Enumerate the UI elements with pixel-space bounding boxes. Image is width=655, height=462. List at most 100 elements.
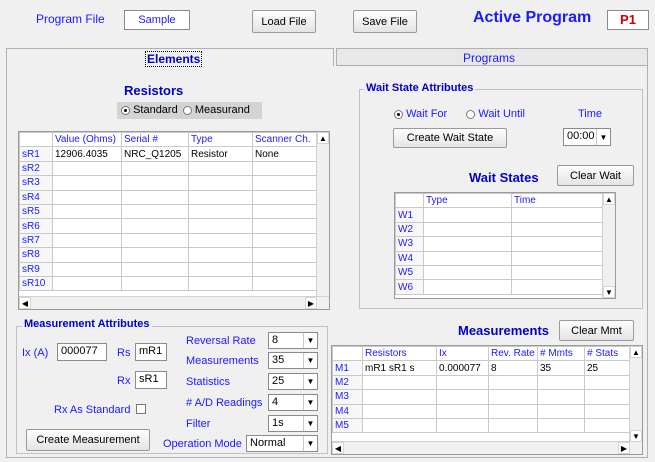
statistics-select[interactable]: 25 ▼ [268,373,318,390]
table-cell[interactable] [537,417,585,434]
table-cell[interactable] [362,374,437,391]
row-header[interactable]: W4 [395,250,424,266]
table-cell[interactable] [488,403,538,419]
row-header[interactable]: sR6 [19,218,53,234]
chevron-down-icon[interactable]: ▼ [303,436,317,451]
table-cell[interactable] [188,203,253,220]
table-row[interactable]: sR9 [19,261,318,277]
row-header[interactable]: M4 [332,403,363,419]
table-cell[interactable] [52,218,122,234]
table-cell[interactable] [252,160,318,177]
table-cell[interactable] [511,264,603,281]
time-select[interactable]: 00:00 ▼ [563,128,611,146]
scroll-left-icon[interactable]: ◀ [332,442,344,454]
table-cell[interactable] [52,175,122,191]
table-cell[interactable] [584,403,630,419]
table-row[interactable]: W4 [395,250,603,266]
table-cell[interactable] [584,417,630,434]
radio-standard[interactable] [121,105,130,115]
table-cell[interactable] [52,189,122,205]
table-cell[interactable]: Resistor [188,146,253,162]
table-cell[interactable]: 35 [537,360,585,376]
scroll-down-icon[interactable]: ▼ [603,286,615,298]
table-cell[interactable] [488,389,538,405]
table-cell[interactable] [252,203,318,220]
program-file-field[interactable]: Sample [124,10,190,30]
chevron-down-icon[interactable]: ▼ [303,374,317,389]
scroll-right-icon[interactable]: ▶ [305,297,317,309]
create-measurement-button[interactable]: Create Measurement [26,429,150,451]
table-cell[interactable]: 12906.4035 [52,146,122,162]
table-row[interactable]: W1 [395,207,603,223]
row-header[interactable]: sR10 [19,275,53,292]
row-header[interactable]: M3 [332,389,363,405]
table-row[interactable]: M4 [332,403,630,419]
table-cell[interactable] [121,275,189,292]
table-cell[interactable]: 25 [584,360,630,376]
table-row[interactable]: M2 [332,374,630,391]
ix-field[interactable]: 000077 [57,343,107,361]
radio-measurand[interactable] [182,105,192,115]
measurements-vscroll[interactable]: ▲ ▼ [629,346,642,442]
ad-readings-select[interactable]: 4 ▼ [268,394,318,411]
table-cell[interactable] [488,417,538,434]
table-cell[interactable] [188,160,253,177]
table-row[interactable]: W2 [395,221,603,238]
table-cell[interactable] [121,218,189,234]
table-row[interactable]: sR1 12906.4035 NRC_Q1205 Resistor None [19,146,318,162]
create-wait-state-button[interactable]: Create Wait State [393,128,507,148]
table-cell[interactable] [252,189,318,205]
table-cell[interactable]: NRC_Q1205 [121,146,189,162]
chevron-down-icon[interactable]: ▼ [596,129,610,145]
row-header[interactable]: sR7 [19,232,53,249]
scroll-up-icon[interactable]: ▲ [630,346,642,358]
table-cell[interactable] [252,218,318,234]
table-cell[interactable] [511,279,603,295]
table-cell[interactable] [423,236,512,252]
chevron-down-icon[interactable]: ▼ [303,395,317,410]
table-cell[interactable]: 0.000077 [436,360,489,376]
table-cell[interactable] [537,403,585,419]
table-cell[interactable] [188,232,253,249]
resistors-vscroll[interactable]: ▲ [316,132,329,297]
table-cell[interactable] [584,389,630,405]
filter-select[interactable]: 1s ▼ [268,415,318,432]
table-row[interactable]: W3 [395,236,603,252]
chevron-down-icon[interactable]: ▼ [303,353,317,368]
table-cell[interactable] [121,261,189,277]
tab-programs[interactable]: Programs [336,48,648,66]
table-cell[interactable] [52,261,122,277]
scroll-left-icon[interactable]: ◀ [19,297,31,309]
table-cell[interactable] [121,203,189,220]
table-cell[interactable] [121,160,189,177]
table-cell[interactable] [436,403,489,419]
table-cell[interactable] [488,374,538,391]
row-header[interactable]: M2 [332,374,363,391]
scroll-right-icon[interactable]: ▶ [618,442,630,454]
measurements-hscroll[interactable]: ◀ ▶ [332,441,642,454]
table-cell[interactable] [511,236,603,252]
row-header[interactable]: sR3 [19,175,53,191]
table-cell[interactable] [52,203,122,220]
reversal-rate-select[interactable]: 8 ▼ [268,332,318,349]
row-header[interactable]: sR4 [19,189,53,205]
table-cell[interactable] [436,374,489,391]
table-cell[interactable] [252,261,318,277]
row-header[interactable]: W5 [395,264,424,281]
table-cell[interactable]: None [252,146,318,162]
table-cell[interactable] [121,232,189,249]
table-cell[interactable] [423,250,512,266]
row-header[interactable]: W6 [395,279,424,295]
table-cell[interactable] [511,250,603,266]
table-cell[interactable] [423,221,512,238]
table-cell[interactable] [362,389,437,405]
tab-elements[interactable]: Elements [6,48,334,67]
table-cell[interactable] [188,218,253,234]
table-cell[interactable] [511,207,603,223]
table-cell[interactable] [52,275,122,292]
table-row[interactable]: W6 [395,279,603,295]
row-header[interactable]: sR2 [19,160,53,177]
table-cell[interactable] [188,275,253,292]
clear-measurement-button[interactable]: Clear Mmt [559,320,634,341]
table-cell[interactable] [252,275,318,292]
